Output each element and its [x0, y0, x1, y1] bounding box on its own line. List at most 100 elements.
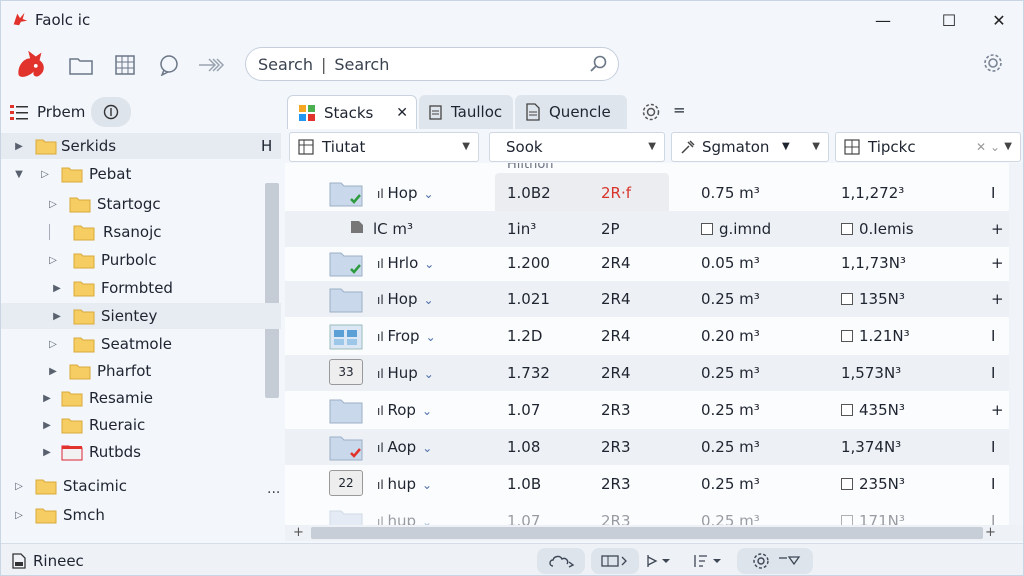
chevron-down-icon[interactable]: ⌄ — [422, 478, 432, 492]
row-action[interactable]: I — [991, 438, 995, 456]
folder-icon[interactable] — [67, 51, 95, 79]
tree-item-6[interactable]: ▶ Formbted — [1, 275, 281, 301]
step-button[interactable] — [639, 548, 679, 574]
column-header-tipckc[interactable]: Tipckc ✕ ⌄ ▼ — [835, 132, 1021, 162]
row-action[interactable]: I — [991, 364, 995, 382]
tree-chevron-icon[interactable]: ▶ — [41, 446, 53, 458]
table-row[interactable]: ıl Frop ⌄ 1.2D 2R4 0.20 m³ 1.21N³ I — [285, 318, 1023, 354]
column-header-sgmaton[interactable]: Sgmaton ▼ ▼ — [671, 132, 829, 162]
filter-button[interactable] — [685, 548, 731, 574]
tree-item-4[interactable]: Rsanojc — [1, 219, 281, 245]
minimize-button[interactable]: — — [861, 7, 905, 33]
tree-item-14[interactable]: ▷ Smch — [1, 502, 281, 528]
view-toggle-button[interactable] — [591, 548, 639, 574]
tree-item-9[interactable]: ▶ Pharfot — [1, 358, 281, 384]
tab-settings-icon[interactable] — [641, 102, 661, 122]
tree-chevron-icon[interactable]: ▼ — [13, 168, 25, 180]
cloud-sync-button[interactable] — [537, 548, 585, 574]
tree-chevron-icon[interactable]: ▶ — [41, 392, 53, 404]
tree-chevron-icon[interactable]: ▶ — [41, 419, 53, 431]
tree-chevron-icon[interactable]: ▶ — [51, 282, 63, 294]
chevron-down-icon[interactable]: ⌄ — [422, 515, 432, 525]
table-row[interactable]: ıl Hop ⌄ 1.021 2R4 0.25 m³ 135N³ + — [285, 281, 1023, 317]
tab-taulloc[interactable]: Taulloc — [419, 95, 513, 129]
tree-chevron-icon[interactable]: ▷ — [39, 168, 51, 180]
search-input[interactable]: Search | Search — [245, 47, 619, 81]
column-header-tiutat[interactable]: Tiutat ▼ — [289, 132, 479, 162]
row-action[interactable]: I — [991, 475, 995, 493]
table-row[interactable]: ıl Hop ⌄ 1.0B2 2R·f 0.75 m³ 1,1,272³ I — [285, 175, 1023, 211]
tab-close-icon[interactable]: ✕ — [396, 105, 408, 121]
chevron-down-icon[interactable]: ⌄ — [422, 441, 432, 455]
row-action[interactable]: + — [991, 220, 1004, 238]
tree-item-5[interactable]: ▷ Purbolc — [1, 247, 281, 273]
table-row[interactable]: ıl Aop ⌄ 1.08 2R3 0.25 m³ 1,374N³ I — [285, 429, 1023, 465]
chevron-down-icon[interactable]: ⌄ — [423, 187, 433, 201]
tab-menu-button[interactable]: = — [673, 101, 686, 119]
checkbox[interactable] — [841, 293, 853, 305]
settings-button[interactable] — [737, 548, 813, 574]
chat-bubble-icon[interactable] — [155, 51, 183, 79]
settings-gear-icon[interactable] — [979, 49, 1007, 77]
tab-quencle[interactable]: Quencle — [515, 95, 627, 129]
checkbox[interactable] — [841, 515, 853, 525]
tab-stacks[interactable]: Stacks ✕ — [287, 95, 417, 129]
grid-icon[interactable] — [111, 51, 139, 79]
chevron-down-icon[interactable]: ⌄ — [426, 330, 436, 344]
chevron-down-icon[interactable]: ⌄ — [424, 257, 434, 271]
scroll-thumb[interactable] — [311, 527, 983, 539]
tree-item-10[interactable]: ▶ Resamie — [1, 385, 281, 411]
tree-item-label: Formbted — [101, 279, 173, 297]
table-row[interactable]: 22 ıl hup ⌄ 1.0B 2R3 0.25 m³ 235N³ I — [285, 466, 1023, 502]
checkbox[interactable] — [841, 330, 853, 342]
search-icon[interactable] — [590, 55, 608, 73]
tab-taulloc-label: Taulloc — [451, 103, 503, 121]
tree-chevron-icon[interactable]: ▶ — [13, 140, 25, 152]
tree-item-7[interactable]: ▶ Sientey — [1, 303, 281, 329]
row-action[interactable]: I — [991, 184, 995, 202]
maximize-button[interactable]: ☐ — [927, 7, 971, 33]
tree-chevron-icon[interactable]: ▷ — [13, 509, 25, 521]
tree-item-3[interactable]: ▷ Startogc — [1, 191, 281, 217]
checkbox[interactable] — [701, 223, 713, 235]
row-action[interactable]: I — [991, 327, 995, 345]
chevron-down-icon[interactable]: ⌄ — [424, 367, 434, 381]
table-row[interactable]: ıl hup ⌄ 1.07 2R3 0.25 m³ 171N³ I — [285, 503, 1023, 525]
tree-item-8[interactable]: ▷ Seatmole — [1, 331, 281, 357]
table-row[interactable]: 33 ıl Hup ⌄ 1.732 2R4 0.25 m³ 1,573N³ I — [285, 355, 1023, 391]
table-row[interactable]: ıl Rop ⌄ 1.07 2R3 0.25 m³ 435N³ + — [285, 392, 1023, 428]
row-action[interactable]: + — [991, 254, 1004, 272]
tree-item-12[interactable]: ▶ Rutbds — [1, 439, 281, 465]
checkbox[interactable] — [841, 404, 853, 416]
checkbox[interactable] — [841, 478, 853, 490]
table-vertical-scrollbar[interactable] — [1009, 163, 1023, 525]
sidebar-toggle-button[interactable] — [91, 97, 132, 127]
table-row[interactable]: lC m³ 1in³ 2P g.imnd 0.Iemis + — [285, 211, 1023, 247]
column-header-sook[interactable]: Sook ▼ — [489, 132, 665, 162]
chevron-down-icon[interactable]: ⌄ — [422, 404, 432, 418]
forward-arrows-icon[interactable] — [197, 51, 225, 79]
tree-item-1[interactable]: ▶ Serkids H — [1, 133, 281, 159]
tree-item-13[interactable]: ▷ Stacimic — [1, 473, 281, 499]
tree-chevron-icon[interactable]: ▷ — [47, 198, 59, 210]
close-window-button[interactable]: ✕ — [977, 7, 1021, 33]
tree-chevron-icon[interactable]: ▷ — [47, 254, 59, 266]
table-horizontal-scrollbar[interactable]: + + — [285, 525, 1023, 541]
tree-chevron-icon[interactable]: ▷ — [47, 338, 59, 350]
clear-filter-icon[interactable]: ✕ — [976, 140, 986, 154]
tree-item-label: Sientey — [101, 307, 158, 325]
row-action[interactable]: + — [991, 290, 1004, 308]
tree-chevron-icon[interactable]: ▷ — [13, 480, 25, 492]
row-action[interactable]: + — [991, 401, 1004, 419]
table-row[interactable]: ıl Hrlo ⌄ 1.200 2R4 0.05 m³ 1,1,73N³ + — [285, 245, 1023, 281]
checkbox[interactable] — [841, 223, 853, 235]
tree-chevron-icon[interactable]: ▶ — [47, 365, 59, 377]
tree-chevron-icon[interactable]: ▶ — [51, 310, 63, 322]
scroll-right-button[interactable]: + — [985, 525, 996, 540]
app-brand-icon[interactable] — [13, 47, 51, 81]
tree-item-2[interactable]: ▼ ▷ Pebat — [1, 161, 281, 187]
row-action[interactable]: I — [991, 512, 995, 525]
tree-item-11[interactable]: ▶ Rueraic — [1, 412, 281, 438]
scroll-left-button[interactable]: + — [293, 525, 304, 540]
chevron-down-icon[interactable]: ⌄ — [423, 293, 433, 307]
